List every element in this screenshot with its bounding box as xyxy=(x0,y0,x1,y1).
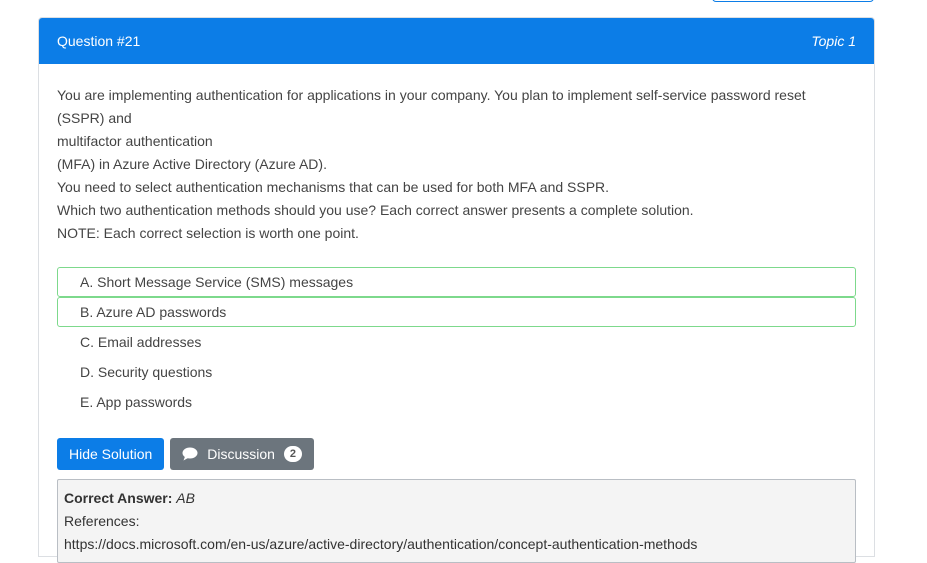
discussion-label: Discussion xyxy=(207,446,275,462)
reference-link[interactable]: https://docs.microsoft.com/en-us/azure/a… xyxy=(64,533,849,556)
choice-label: C. Email addresses xyxy=(80,334,202,350)
question-header: Question #21 Topic 1 xyxy=(39,18,874,64)
discussion-count-badge: 2 xyxy=(283,446,302,462)
hide-solution-button[interactable]: Hide Solution xyxy=(57,438,165,470)
answer-panel: Correct Answer: AB References: https://d… xyxy=(57,479,856,563)
top-button-edge[interactable] xyxy=(712,0,874,2)
choices-list: A. Short Message Service (SMS) messages … xyxy=(57,267,856,417)
choice-a[interactable]: A. Short Message Service (SMS) messages xyxy=(57,267,856,297)
choice-label: D. Security questions xyxy=(80,364,213,380)
action-buttons: Hide Solution Discussion 2 xyxy=(57,438,856,470)
discussion-button[interactable]: Discussion 2 xyxy=(170,438,314,470)
choice-c[interactable]: C. Email addresses xyxy=(57,327,856,357)
question-number: Question #21 xyxy=(57,33,141,49)
correct-answer-value: AB xyxy=(176,490,195,506)
question-text-line: (MFA) in Azure Active Directory (Azure A… xyxy=(57,156,327,172)
choice-label: A. Short Message Service (SMS) messages xyxy=(80,274,354,290)
chat-bubble-icon xyxy=(182,447,198,461)
topic-label: Topic 1 xyxy=(811,33,856,49)
question-body: You are implementing authentication for … xyxy=(39,64,874,563)
choice-b[interactable]: B. Azure AD passwords xyxy=(57,297,856,327)
question-text-line: multifactor authentication xyxy=(57,133,213,149)
references-label: References: xyxy=(64,513,140,529)
question-text-line: You need to select authentication mechan… xyxy=(57,179,610,195)
correct-answer-label: Correct Answer: xyxy=(64,490,173,506)
question-card: Question #21 Topic 1 You are implementin… xyxy=(38,17,875,563)
choice-e[interactable]: E. App passwords xyxy=(57,387,856,417)
choice-label: B. Azure AD passwords xyxy=(80,304,227,320)
question-text-line: Which two authentication methods should … xyxy=(57,202,694,218)
question-text-line: NOTE: Each correct selection is worth on… xyxy=(57,225,359,241)
correct-answer-line: Correct Answer: AB xyxy=(64,487,849,510)
question-text: You are implementing authentication for … xyxy=(57,84,856,245)
choice-label: E. App passwords xyxy=(80,394,193,410)
question-text-line: You are implementing authentication for … xyxy=(57,87,806,126)
choice-d[interactable]: D. Security questions xyxy=(57,357,856,387)
